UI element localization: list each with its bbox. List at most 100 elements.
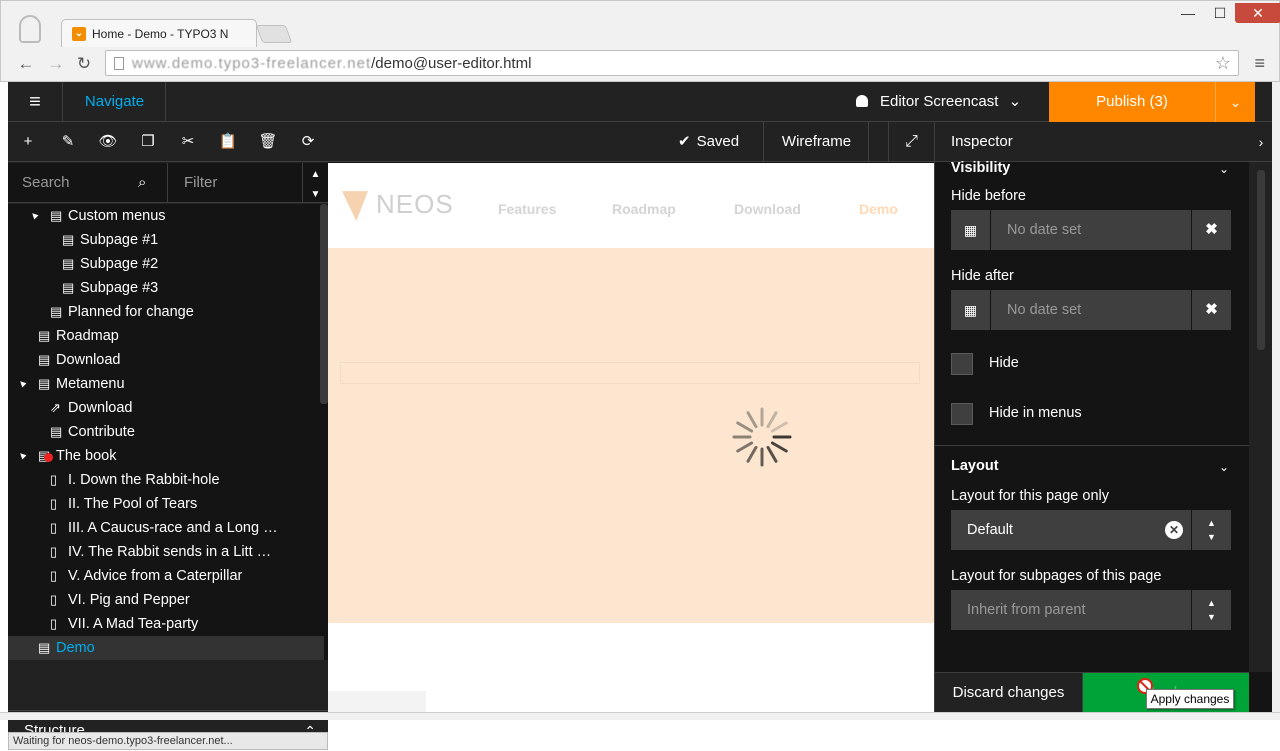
site-nav-download[interactable]: Download xyxy=(734,201,801,217)
tree-node-label[interactable]: I. Down the Rabbit-hole xyxy=(68,468,220,492)
tree-node-label[interactable]: Subpage #3 xyxy=(80,276,158,300)
hamburger-menu-icon[interactable]: ≡ xyxy=(8,82,63,122)
clear-date-icon[interactable]: ✖ xyxy=(1191,290,1231,330)
chevron-down-icon[interactable]: ⌄ xyxy=(1219,162,1229,176)
tree-node-label[interactable]: Contribute xyxy=(68,420,135,444)
tree-node[interactable]: ▲ ▤ Custom menus xyxy=(8,204,324,228)
hide-checkbox[interactable] xyxy=(951,353,973,375)
tree-node[interactable]: ▤ Demo xyxy=(8,636,324,660)
tree-toggle-icon[interactable]: ▲ xyxy=(11,444,35,468)
cut-icon[interactable]: ✂ xyxy=(168,122,208,162)
tree-node[interactable]: ▤ Subpage #2 xyxy=(8,252,324,276)
tree-node-label[interactable]: II. The Pool of Tears xyxy=(68,492,197,516)
tree-node[interactable]: ▲ ▤ Metamenu xyxy=(8,372,324,396)
hide-before-value[interactable]: No date set xyxy=(991,210,1191,250)
select-arrows-icon[interactable]: ▲ ▼ xyxy=(1191,590,1231,630)
tree-node[interactable]: ▲▤The book xyxy=(8,444,324,468)
site-nav-demo[interactable]: Demo xyxy=(859,201,898,217)
hide-before-field[interactable]: ▦ No date set ✖ xyxy=(951,210,1231,250)
tree-node[interactable]: ▤ Subpage #1 xyxy=(8,228,324,252)
fullscreen-icon[interactable]: ⤢ xyxy=(888,122,934,162)
tree-node-label[interactable]: Demo xyxy=(56,636,95,660)
publish-dropdown-button[interactable]: ⌄ xyxy=(1215,82,1255,122)
edit-icon[interactable]: ✎ xyxy=(48,122,88,162)
tree-node[interactable]: ▤ Subpage #3 xyxy=(8,276,324,300)
discard-changes-button[interactable]: Discard changes xyxy=(935,673,1083,713)
browser-profile-icon[interactable] xyxy=(19,15,41,43)
window-close-button[interactable]: ✕ xyxy=(1235,3,1280,23)
scrollbar-thumb[interactable] xyxy=(1257,170,1265,350)
tree-node-label[interactable]: IV. The Rabbit sends in a Litt … xyxy=(68,540,271,564)
chevron-down-icon[interactable]: ⌄ xyxy=(1219,460,1229,474)
select-arrows-icon[interactable]: ▲ ▼ xyxy=(1191,510,1231,550)
back-button[interactable]: ← xyxy=(15,53,37,75)
tree-node[interactable]: ▤ Roadmap xyxy=(8,324,324,348)
paste-icon[interactable]: 📋 xyxy=(208,122,248,162)
window-minimize-button[interactable]: — xyxy=(1171,3,1205,23)
tree-node-label[interactable]: Roadmap xyxy=(56,324,119,348)
clear-date-icon[interactable]: ✖ xyxy=(1191,210,1231,250)
forward-button[interactable]: → xyxy=(45,53,67,75)
delete-icon[interactable]: 🗑 xyxy=(248,122,288,162)
tree-node-label[interactable]: Metamenu xyxy=(56,372,125,396)
tree-node[interactable]: ▤ Download xyxy=(8,348,324,372)
window-maximize-button[interactable]: ☐ xyxy=(1203,3,1237,23)
hide-after-field[interactable]: ▦ No date set ✖ xyxy=(951,290,1231,330)
refresh-icon[interactable]: ⟳ xyxy=(288,122,328,162)
hide-icon[interactable]: 👁 xyxy=(88,122,128,162)
tree-node[interactable]: ⇗ Download xyxy=(8,396,324,420)
user-menu[interactable]: Editor Screencast ⌄ xyxy=(856,82,1048,122)
hide-in-menus-checkbox[interactable] xyxy=(951,403,973,425)
tree-node-label[interactable]: Download xyxy=(68,396,133,420)
layout-page-select[interactable]: Default ✕ ▲ ▼ xyxy=(951,510,1231,550)
tree-node[interactable]: ▤ Planned for change xyxy=(8,300,324,324)
tree-node[interactable]: ▯ II. The Pool of Tears xyxy=(8,492,324,516)
clear-selection-icon[interactable]: ✕ xyxy=(1165,521,1183,539)
tree-node[interactable]: ▯ III. A Caucus-race and a Long … xyxy=(8,516,324,540)
tree-node-label[interactable]: Download xyxy=(56,348,121,372)
tree-node[interactable]: ▯ VII. A Mad Tea-party xyxy=(8,612,324,636)
tree-node[interactable]: ▯ IV. The Rabbit sends in a Litt … xyxy=(8,540,324,564)
tree-node-label[interactable]: Subpage #1 xyxy=(80,228,158,252)
address-bar[interactable]: www.demo.typo3-freelancer.net/demo@user-… xyxy=(105,50,1239,76)
tree-toggle-icon[interactable]: ▲ xyxy=(23,204,47,228)
copy-icon[interactable]: ❐ xyxy=(128,122,168,162)
tree-node-label[interactable]: Subpage #2 xyxy=(80,252,158,276)
navigate-tab[interactable]: Navigate xyxy=(64,82,166,122)
filter-arrows-icon[interactable]: ▲ ▼ xyxy=(302,163,328,203)
visibility-heading[interactable]: Visibility xyxy=(951,160,1010,176)
search-icon[interactable]: ⌕ xyxy=(138,163,146,203)
site-nav-features[interactable]: Features xyxy=(498,201,556,217)
tree-node-label[interactable]: VII. A Mad Tea-party xyxy=(68,612,198,636)
layout-heading[interactable]: Layout xyxy=(951,458,999,474)
site-nav-roadmap[interactable]: Roadmap xyxy=(612,201,676,217)
calendar-icon[interactable]: ▦ xyxy=(951,210,991,250)
tree-node-label[interactable]: The book xyxy=(56,444,116,468)
tree-node-label[interactable]: III. A Caucus-race and a Long … xyxy=(68,516,278,540)
browser-menu-icon[interactable]: ≡ xyxy=(1254,53,1265,74)
filter-select[interactable]: Filter xyxy=(170,163,300,203)
tree-node[interactable]: ▤ Contribute xyxy=(8,420,324,444)
page-scrollbar[interactable] xyxy=(1272,82,1280,712)
tree-node[interactable]: ▯ VI. Pig and Pepper xyxy=(8,588,324,612)
hide-after-value[interactable]: No date set xyxy=(991,290,1191,330)
tree-node-label[interactable]: Planned for change xyxy=(68,300,194,324)
tree-node[interactable]: ▯ V. Advice from a Caterpillar xyxy=(8,564,324,588)
calendar-icon[interactable]: ▦ xyxy=(951,290,991,330)
hide-label[interactable]: Hide xyxy=(989,355,1019,371)
site-logo[interactable]: NEOS xyxy=(342,189,454,222)
bookmark-star-icon[interactable]: ☆ xyxy=(1215,53,1231,74)
tree-node-label[interactable]: V. Advice from a Caterpillar xyxy=(68,564,242,588)
publish-button[interactable]: Publish (3) xyxy=(1049,82,1215,122)
new-tab-button[interactable] xyxy=(255,25,293,43)
inspector-scrollbar[interactable] xyxy=(1249,162,1273,672)
tree-node-label[interactable]: VI. Pig and Pepper xyxy=(68,588,190,612)
reload-button[interactable]: ↻ xyxy=(73,53,95,75)
layout-sub-select[interactable]: Inherit from parent ▲ ▼ xyxy=(951,590,1231,630)
inspector-collapse-icon[interactable]: › xyxy=(1249,122,1273,162)
tree-node[interactable]: ▯ I. Down the Rabbit-hole xyxy=(8,468,324,492)
tree-node-label[interactable]: Custom menus xyxy=(68,204,166,228)
hide-in-menus-label[interactable]: Hide in menus xyxy=(989,405,1082,421)
tree-scrollbar[interactable] xyxy=(320,204,328,404)
tree-toggle-icon[interactable]: ▲ xyxy=(11,372,35,396)
